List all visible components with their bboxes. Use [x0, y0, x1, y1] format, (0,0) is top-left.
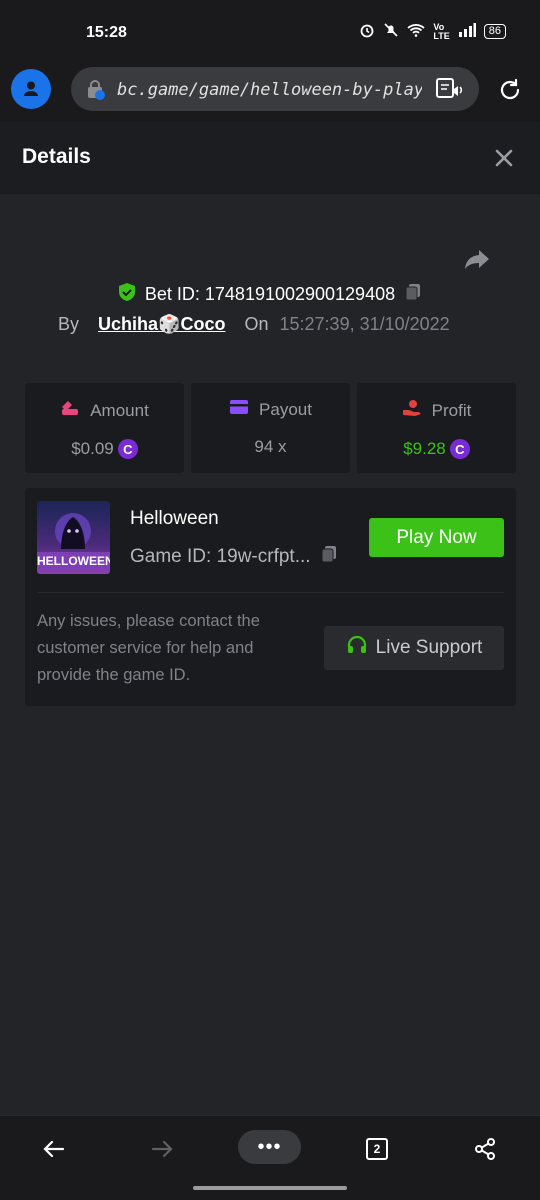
person-icon [24, 81, 38, 96]
copy-game-id-icon[interactable] [319, 544, 339, 570]
volte-icon: Vo LTE [433, 21, 450, 41]
verified-shield-icon [117, 282, 137, 307]
headset-icon [346, 634, 368, 662]
stat-profit: Profit $9.28 C [357, 383, 516, 473]
tab-count: 2 [366, 1138, 388, 1160]
game-id-row: Game ID: 19w-crfpt... [130, 544, 339, 570]
share-icon[interactable] [465, 1134, 505, 1164]
copy-bet-id-icon[interactable] [403, 282, 423, 307]
play-now-button[interactable]: Play Now [369, 518, 504, 557]
alarm-icon [359, 22, 375, 41]
status-bar: 15:28 Vo LTE 86 [0, 0, 540, 62]
address-bar[interactable]: bc.game/game/helloween-by-playngo [71, 67, 479, 111]
game-card: HELLOWEEN Helloween Game ID: 19w-crfpt..… [25, 488, 516, 706]
status-icons: Vo LTE 86 [359, 22, 506, 41]
live-support-button[interactable]: Live Support [324, 626, 504, 670]
tabs-button[interactable]: 2 [357, 1134, 397, 1164]
page-title: Details [22, 145, 91, 168]
signal-icon [458, 23, 476, 40]
profile-avatar[interactable] [11, 69, 51, 109]
browser-toolbar: bc.game/game/helloween-by-playngo [0, 62, 540, 122]
stat-amount: Amount $0.09 C [25, 383, 184, 473]
home-indicator[interactable] [193, 1186, 347, 1190]
game-id-text: Game ID: 19w-crfpt... [130, 546, 311, 567]
close-icon[interactable] [492, 146, 516, 170]
reload-icon[interactable] [497, 77, 523, 108]
more-menu-button[interactable]: ••• [238, 1130, 301, 1164]
stat-value: 94 x [254, 437, 287, 456]
bet-stats: Amount $0.09 C Payout 94 x Profit $9.28 … [25, 383, 516, 473]
profit-icon [402, 399, 422, 422]
site-info-icon[interactable] [85, 79, 107, 106]
stat-payout: Payout 94 x [191, 383, 350, 473]
amount-icon [60, 399, 80, 422]
username-link[interactable]: Uchiha🎲Coco [98, 314, 225, 334]
stat-label: Profit [431, 400, 472, 420]
bet-author-row: By Uchiha🎲Coco On 15:27:39, 31/10/2022 [58, 314, 450, 335]
coin-icon: C [449, 439, 470, 459]
url-text: bc.game/game/helloween-by-playngo [117, 80, 422, 100]
thumbnail-title: HELLOWEEN [37, 552, 110, 570]
stat-value: $0.09 [71, 439, 114, 458]
battery-indicator: 86 [483, 24, 506, 39]
on-label: On [244, 314, 269, 334]
status-time: 15:28 [86, 24, 127, 41]
back-arrow-icon[interactable] [34, 1134, 74, 1164]
stat-label: Amount [90, 400, 149, 420]
support-note: Any issues, please contact the customer … [37, 612, 260, 684]
share-bet-icon[interactable] [462, 244, 492, 274]
forward-arrow-icon[interactable] [142, 1134, 182, 1164]
mute-icon [383, 22, 399, 41]
payout-icon [229, 399, 249, 420]
game-name: Helloween [130, 508, 219, 529]
live-support-label: Live Support [375, 637, 483, 658]
divider [37, 592, 504, 593]
details-header: Details [0, 122, 540, 194]
by-label: By [58, 314, 80, 334]
wifi-icon [407, 23, 426, 40]
reader-mode-icon[interactable] [435, 77, 463, 106]
stat-label: Payout [259, 399, 312, 419]
bet-datetime: 15:27:39, 31/10/2022 [279, 314, 450, 334]
game-thumbnail[interactable]: HELLOWEEN [37, 501, 110, 574]
bet-id-text: Bet ID: 1748191002900129408 [144, 284, 396, 304]
bet-id-row: Bet ID: 1748191002900129408 [0, 282, 540, 307]
coin-icon: C [117, 439, 138, 459]
stat-value: $9.28 [403, 439, 446, 458]
